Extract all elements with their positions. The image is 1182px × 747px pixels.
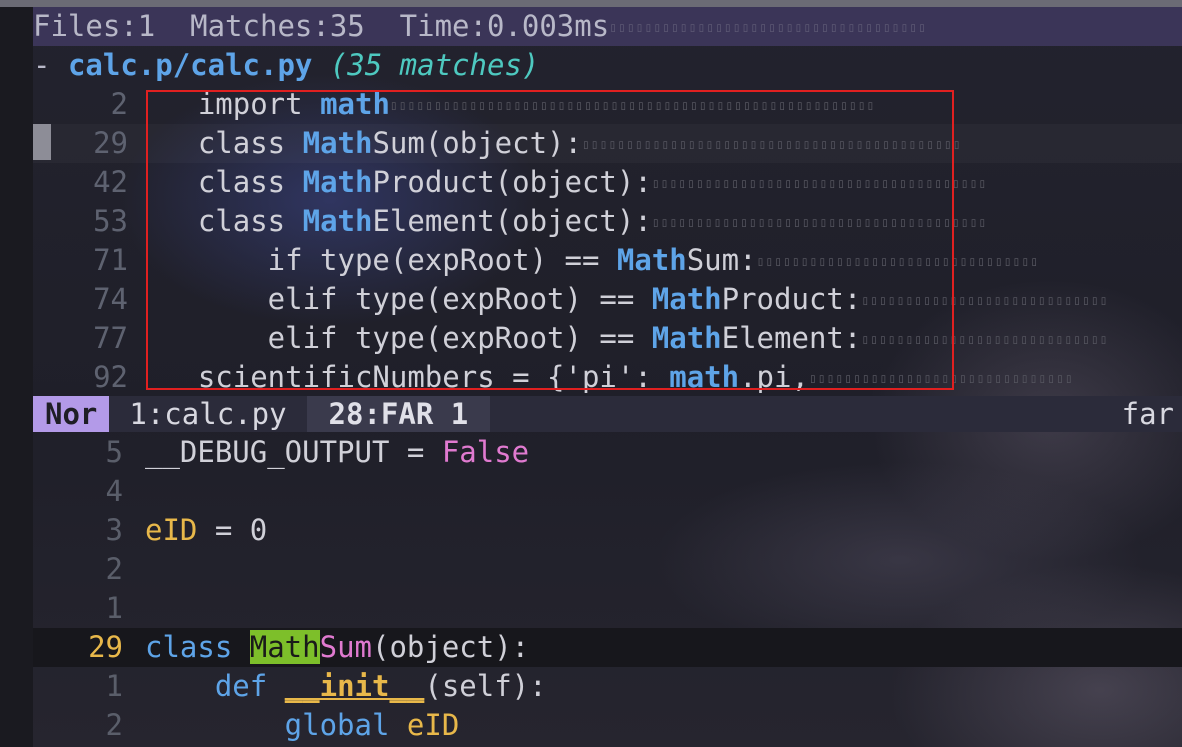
window-top-edge (0, 0, 1182, 7)
editor-line[interactable]: 3 eID = 0 (33, 511, 1182, 550)
file-path[interactable]: calc.p/calc.py (68, 48, 312, 82)
result-line-number: 77 (93, 321, 128, 355)
relative-line-number: 4 (105, 474, 123, 508)
result-line-number: 53 (93, 204, 128, 238)
buffer-indicator[interactable]: 1:calc.py (109, 396, 306, 432)
mode-indicator: Nor (33, 396, 110, 432)
file-match-count: (35 matches) (329, 48, 540, 82)
relative-line-number: 2 (105, 552, 123, 586)
result-line-number: 2 (110, 87, 128, 121)
result-line-number: 42 (93, 165, 128, 199)
result-line-number: 92 (93, 360, 128, 394)
relative-line-number: 1 (105, 669, 123, 703)
fill-pattern: ▯▯▯▯▯▯▯▯▯▯▯▯▯▯▯▯▯▯▯▯▯▯▯▯▯▯▯▯▯▯▯▯▯▯▯▯ (609, 20, 927, 36)
collapse-toggle[interactable]: - (33, 48, 50, 82)
left-gutter (0, 7, 33, 747)
current-line-number: 29 (88, 630, 123, 664)
editor-line[interactable]: 2 (33, 550, 1182, 589)
result-line-number: 74 (93, 282, 128, 316)
relative-line-number: 2 (105, 708, 123, 742)
search-match-highlight: Math (249, 630, 320, 664)
relative-line-number: 1 (105, 591, 123, 625)
editor-line[interactable]: 4 (33, 472, 1182, 511)
matches-count: Matches:35 (190, 9, 365, 43)
relative-line-number: 5 (105, 435, 123, 469)
far-buffer-indicator[interactable]: 28:FAR 1 (306, 396, 491, 432)
editor-current-line[interactable]: 29 class MathSum(object): (33, 628, 1182, 667)
filetype-indicator: far (1121, 397, 1174, 431)
editor-line[interactable]: 2 global eID (33, 706, 1182, 745)
result-line-number: 29 (93, 126, 128, 160)
status-bar: Nor 1:calc.py 28:FAR 1 far (33, 396, 1182, 432)
editor-line[interactable]: 1 (33, 589, 1182, 628)
relative-line-number: 3 (105, 513, 123, 547)
editor-line[interactable]: 5 __DEBUG_OUTPUT = False (33, 433, 1182, 472)
search-time: Time:0.003ms (399, 9, 610, 43)
file-group-header[interactable]: - calc.p/calc.py (35 matches) (33, 46, 1182, 85)
editor-line[interactable]: 1 def __init__(self): (33, 667, 1182, 706)
result-line-number: 71 (93, 243, 128, 277)
files-count: Files:1 (33, 9, 156, 43)
selection-highlight-box (146, 90, 954, 390)
search-summary-header: Files:1 Matches:35 Time:0.003ms▯▯▯▯▯▯▯▯▯… (33, 7, 1182, 46)
